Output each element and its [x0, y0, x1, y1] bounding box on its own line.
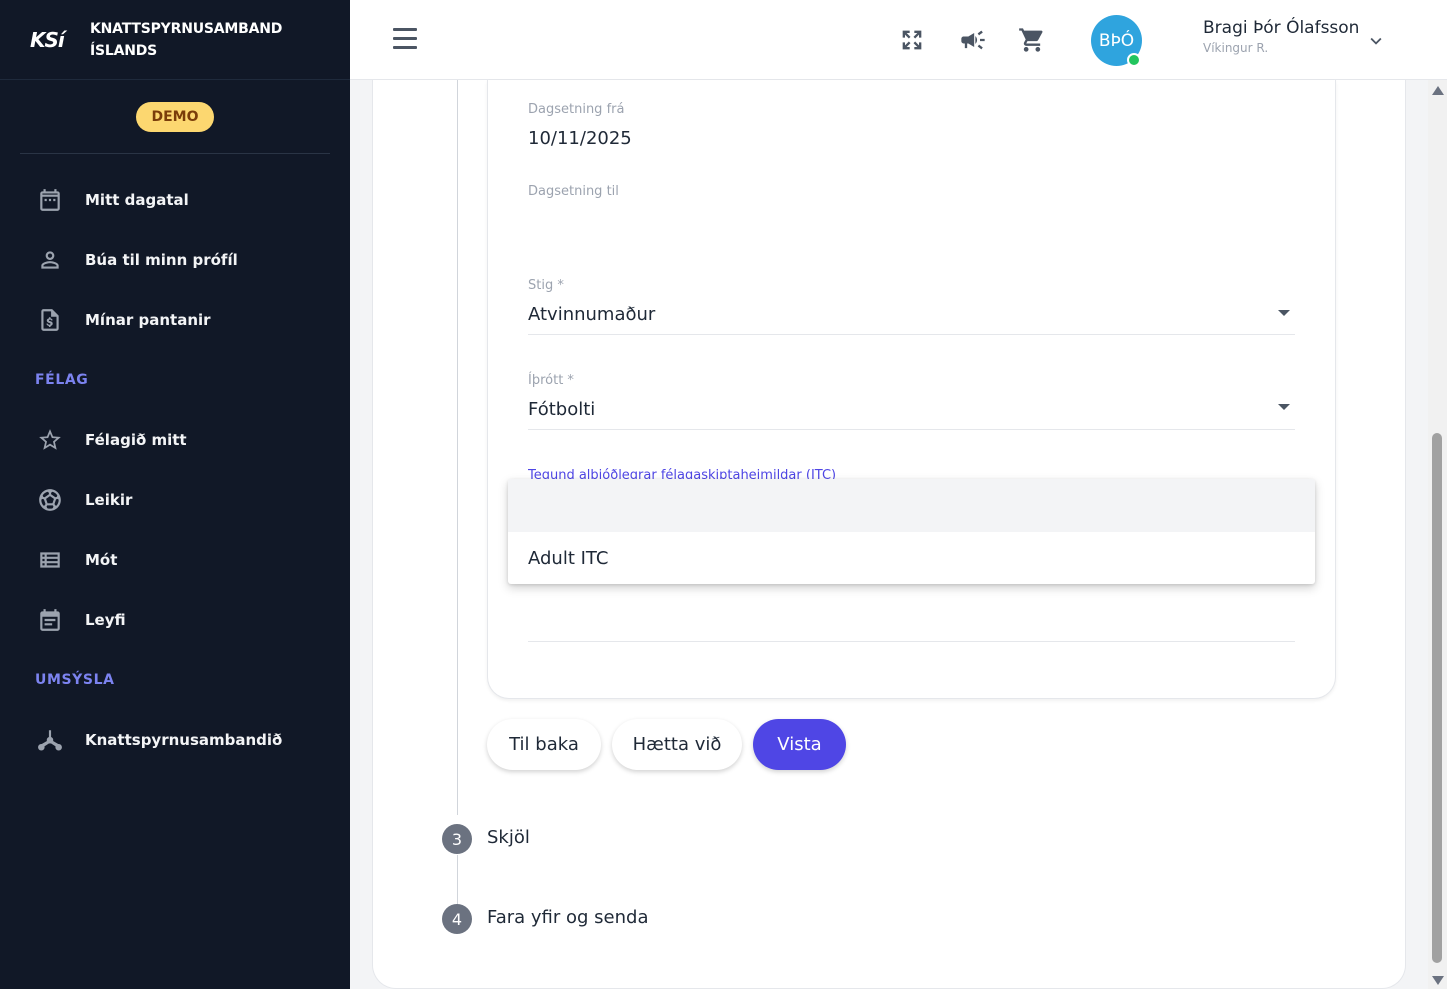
sidebar-item-label: Félagið mitt	[85, 431, 187, 449]
field-underline	[528, 641, 1295, 642]
itc-dropdown-menu: Adult ITC	[508, 479, 1315, 584]
step-label-skjol[interactable]: Skjöl	[487, 827, 530, 848]
sidebar-item-leikir[interactable]: Leikir	[0, 470, 350, 530]
date-to-label: Dagsetning til	[528, 184, 619, 199]
itc-option-empty[interactable]	[508, 479, 1315, 532]
sidebar-item-label: Mót	[85, 551, 118, 569]
cancel-button[interactable]: Hætta við	[612, 719, 742, 770]
megaphone-icon[interactable]	[959, 26, 987, 54]
sidebar-item-label: Leikir	[85, 491, 133, 509]
sport-select[interactable]	[528, 393, 1295, 433]
field-underline	[528, 334, 1295, 335]
license-calendar-icon	[36, 606, 64, 634]
brand-name: KNATTSPYRNUSAMBAND ÍSLANDS	[90, 18, 282, 62]
date-from-label: Dagsetning frá	[528, 102, 625, 117]
sidebar-item-label: Mínar pantanir	[85, 311, 211, 329]
brand[interactable]: KSí KNATTSPYRNUSAMBAND ÍSLANDS	[0, 0, 350, 80]
avatar-initials: BÞÓ	[1098, 30, 1135, 51]
sidebar-item-mitt-dagatal[interactable]: Mitt dagatal	[0, 170, 350, 230]
user-club: Víkingur R.	[1203, 41, 1269, 55]
scroll-thumb[interactable]	[1432, 433, 1442, 963]
ksi-logo: KSí	[30, 27, 65, 52]
step-number: 3	[442, 824, 472, 854]
fullscreen-icon[interactable]	[898, 26, 926, 54]
brand-name-line2: ÍSLANDS	[90, 42, 158, 59]
user-name[interactable]: Bragi Þór Ólafsson	[1203, 18, 1359, 38]
menu-toggle-icon[interactable]	[393, 28, 417, 52]
sidebar-item-knattspyrnusambandid[interactable]: Knattspyrnusambandið	[0, 710, 350, 770]
soccer-ball-icon	[36, 486, 64, 514]
step-label-fara-yfir[interactable]: Fara yfir og senda	[487, 907, 648, 928]
date-from-input[interactable]: 10/11/2025	[528, 128, 632, 149]
stepper-line	[457, 855, 458, 905]
section-title-felag: FÉLAG	[35, 372, 89, 388]
dropdown-arrow-icon[interactable]	[1278, 310, 1290, 316]
scroll-down-arrow-icon[interactable]	[1432, 976, 1444, 985]
demo-area: DEMO	[20, 80, 330, 154]
sidebar-item-bua-til-profil[interactable]: Búa til minn prófíl	[0, 230, 350, 290]
sidebar-item-label: Búa til minn prófíl	[85, 251, 238, 269]
demo-badge: DEMO	[136, 101, 214, 132]
star-icon	[36, 426, 64, 454]
sidebar-nav: Mitt dagatal Búa til minn prófíl Mínar p…	[0, 154, 350, 770]
back-button[interactable]: Til baka	[487, 719, 601, 770]
save-button[interactable]: Vista	[753, 719, 846, 770]
scroll-up-arrow-icon[interactable]	[1432, 86, 1444, 95]
invoice-icon	[36, 306, 64, 334]
sidebar-item-leyfi[interactable]: Leyfi	[0, 590, 350, 650]
sidebar-item-label: Mitt dagatal	[85, 191, 189, 209]
sport-label: Íþrótt *	[528, 373, 574, 388]
person-icon	[36, 246, 64, 274]
top-header: BÞÓ Bragi Þór Ólafsson Víkingur R.	[350, 0, 1447, 80]
avatar[interactable]: BÞÓ	[1091, 15, 1142, 67]
itc-option-adult[interactable]: Adult ITC	[508, 532, 1315, 584]
level-select[interactable]	[528, 298, 1295, 338]
sidebar: KSí KNATTSPYRNUSAMBAND ÍSLANDS DEMO Mitt…	[0, 0, 350, 989]
level-label: Stig *	[528, 278, 564, 293]
field-underline	[528, 429, 1295, 430]
sidebar-item-label: Leyfi	[85, 611, 126, 629]
sidebar-item-felagid-mitt[interactable]: Félagið mitt	[0, 410, 350, 470]
table-list-icon	[36, 546, 64, 574]
step-number: 4	[442, 904, 472, 934]
chevron-down-icon[interactable]	[1365, 30, 1387, 52]
sidebar-item-label: Knattspyrnusambandið	[85, 731, 283, 749]
section-title-umsysla: UMSÝSLA	[35, 672, 115, 688]
sidebar-item-minar-pantanir[interactable]: Mínar pantanir	[0, 290, 350, 350]
stepper-line	[457, 80, 458, 815]
hub-icon	[36, 726, 64, 754]
dropdown-arrow-icon[interactable]	[1278, 404, 1290, 410]
cart-icon[interactable]	[1018, 26, 1046, 54]
sidebar-item-mot[interactable]: Mót	[0, 530, 350, 590]
date-to-input[interactable]	[528, 208, 1295, 234]
calendar-icon	[36, 186, 64, 214]
form-card	[487, 80, 1336, 699]
page-scrollbar[interactable]	[1428, 80, 1447, 989]
online-status-dot	[1127, 53, 1141, 67]
brand-name-line1: KNATTSPYRNUSAMBAND	[90, 20, 283, 37]
